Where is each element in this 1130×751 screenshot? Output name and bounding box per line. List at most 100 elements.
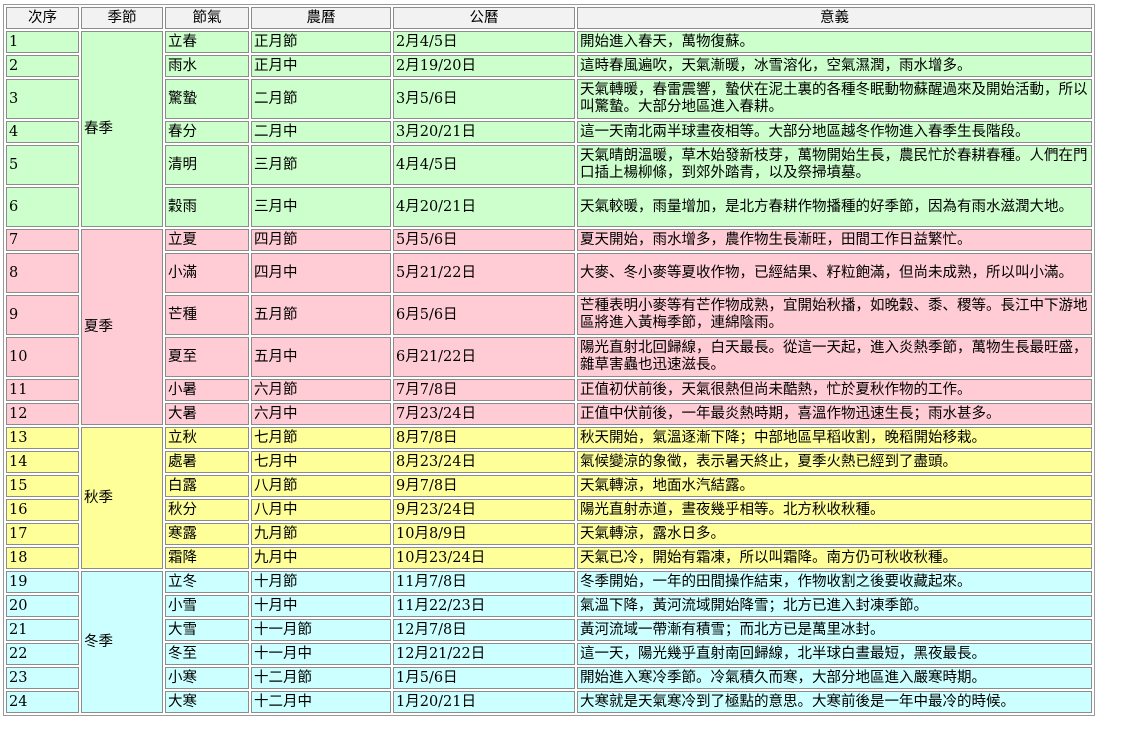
table-row: 15 白露 八月節 9月7/8日 天氣轉涼，地面水汽結露。: [6, 475, 1092, 497]
header-row: 次序 季節 節氣 農曆 公曆 意義: [6, 7, 1092, 29]
solar-term-cell: 寒露: [165, 523, 249, 545]
solar-term-cell: 小暑: [165, 379, 249, 401]
order-cell: 24: [6, 691, 79, 713]
solar-term-cell: 小滿: [165, 253, 249, 293]
lunar-date-cell: 五月中: [251, 337, 391, 377]
table-row: 8 小滿 四月中 5月21/22日 大麥、冬小麥等夏收作物，已經結果、籽粒飽滿，但尚未成…: [6, 253, 1092, 293]
solar-term-cell: 小雪: [165, 595, 249, 617]
meaning-cell: 夏天開始，雨水增多，農作物生長漸旺，田間工作日益繁忙。: [577, 229, 1092, 251]
meaning-cell: 天氣較暖，雨量增加，是北方春耕作物播種的好季節，因為有雨水滋潤大地。: [577, 187, 1092, 227]
lunar-date-cell: 二月節: [251, 79, 391, 119]
gregorian-date-cell: 12月7/8日: [393, 619, 575, 641]
order-cell: 14: [6, 451, 79, 473]
order-cell: 6: [6, 187, 79, 227]
gregorian-date-cell: 3月5/6日: [393, 79, 575, 119]
meaning-cell: 正值中伏前後，一年最炎熱時期，喜溫作物迅速生長；雨水甚多。: [577, 403, 1092, 425]
gregorian-date-cell: 12月21/22日: [393, 643, 575, 665]
lunar-date-cell: 六月中: [251, 403, 391, 425]
table-body: 1 春季 立春 正月節 2月4/5日 開始進入春天，萬物復蘇。 2 雨水 正月中 2月19/20日…: [6, 31, 1092, 713]
meaning-cell: 大麥、冬小麥等夏收作物，已經結果、籽粒飽滿，但尚未成熟，所以叫小滿。: [577, 253, 1092, 293]
order-cell: 8: [6, 253, 79, 293]
season-cell: 夏季: [81, 229, 163, 425]
table-row: 20 小雪 十月中 11月22/23日 氣溫下降，黃河流域開始降雪；北方已進入封凍季節。: [6, 595, 1092, 617]
order-cell: 7: [6, 229, 79, 251]
order-cell: 22: [6, 643, 79, 665]
meaning-cell: 黃河流域一帶漸有積雪；而北方已是萬里冰封。: [577, 619, 1092, 641]
order-cell: 3: [6, 79, 79, 119]
gregorian-date-cell: 6月21/22日: [393, 337, 575, 377]
lunar-date-cell: 四月中: [251, 253, 391, 293]
order-cell: 15: [6, 475, 79, 497]
meaning-cell: 天氣晴朗溫暖，草木始發新枝芽，萬物開始生長，農民忙於春耕春種。人們在門口插上楊柳…: [577, 145, 1092, 185]
gregorian-date-cell: 10月8/9日: [393, 523, 575, 545]
meaning-cell: 天氣轉涼，地面水汽結露。: [577, 475, 1092, 497]
season-cell: 春季: [81, 31, 163, 227]
header-cell-lunar-calendar: 農曆: [251, 7, 391, 29]
order-cell: 20: [6, 595, 79, 617]
solar-term-cell: 立冬: [165, 571, 249, 593]
lunar-date-cell: 三月中: [251, 187, 391, 227]
gregorian-date-cell: 8月7/8日: [393, 427, 575, 449]
table-row: 12 大暑 六月中 7月23/24日 正值中伏前後，一年最炎熱時期，喜溫作物迅速生長；雨…: [6, 403, 1092, 425]
lunar-date-cell: 十一月中: [251, 643, 391, 665]
header-cell-meaning: 意義: [577, 7, 1092, 29]
season-cell: 秋季: [81, 427, 163, 569]
table-row: 1 春季 立春 正月節 2月4/5日 開始進入春天，萬物復蘇。: [6, 31, 1092, 227]
gregorian-date-cell: 9月7/8日: [393, 475, 575, 497]
table-row: 5 清明 三月節 4月4/5日 天氣晴朗溫暖，草木始發新枝芽，萬物開始生長，農民忙於春耕…: [6, 145, 1092, 185]
solar-term-cell: 小寒: [165, 667, 249, 689]
meaning-cell: 氣候變涼的象徵，表示暑天終止，夏季火熱已經到了盡頭。: [577, 451, 1092, 473]
meaning-cell: 正值初伏前後，天氣很熱但尚未酷熱，忙於夏秋作物的工作。: [577, 379, 1092, 401]
lunar-date-cell: 八月中: [251, 499, 391, 521]
meaning-cell: 開始進入寒冷季節。冷氣積久而寒，大部分地區進入嚴寒時期。: [577, 667, 1092, 689]
meaning-cell: 秋天開始，氣溫逐漸下降；中部地區早稻收割，晚稻開始移栽。: [577, 427, 1092, 449]
meaning-cell: 開始進入春天，萬物復蘇。: [577, 31, 1092, 53]
order-cell: 4: [6, 121, 79, 143]
lunar-date-cell: 十一月節: [251, 619, 391, 641]
gregorian-date-cell: 11月22/23日: [393, 595, 575, 617]
lunar-date-cell: 九月節: [251, 523, 391, 545]
order-cell: 5: [6, 145, 79, 185]
lunar-date-cell: 五月節: [251, 295, 391, 335]
solar-term-cell: 穀雨: [165, 187, 249, 227]
order-cell: 1: [6, 31, 79, 53]
solar-terms-table: 次序 季節 節氣 農曆 公曆 意義 1 春季 立春 正月節 2月4/5日 開始進入春天，萬…: [3, 4, 1095, 716]
solar-term-cell: 春分: [165, 121, 249, 143]
header-cell-solar-term: 節氣: [165, 7, 249, 29]
table-row: 19 冬季 立冬 十月節 11月7/8日 冬季開始，一年的田間操作結束，作物收割之後要收藏…: [6, 571, 1092, 713]
lunar-date-cell: 四月節: [251, 229, 391, 251]
order-cell: 16: [6, 499, 79, 521]
table-row: 2 雨水 正月中 2月19/20日 這時春風遍吹，天氣漸暖，冰雪溶化，空氣濕潤，雨水增多…: [6, 55, 1092, 77]
solar-term-cell: 雨水: [165, 55, 249, 77]
lunar-date-cell: 七月中: [251, 451, 391, 473]
lunar-date-cell: 十二月中: [251, 691, 391, 713]
lunar-date-cell: 十月節: [251, 571, 391, 593]
solar-term-cell: 夏至: [165, 337, 249, 377]
lunar-date-cell: 二月中: [251, 121, 391, 143]
solar-term-cell: 清明: [165, 145, 249, 185]
gregorian-date-cell: 1月20/21日: [393, 691, 575, 713]
gregorian-date-cell: 2月4/5日: [393, 31, 575, 53]
gregorian-date-cell: 2月19/20日: [393, 55, 575, 77]
gregorian-date-cell: 5月5/6日: [393, 229, 575, 251]
order-cell: 13: [6, 427, 79, 449]
gregorian-date-cell: 10月23/24日: [393, 547, 575, 569]
meaning-cell: 芒種表明小麥等有芒作物成熟，宜開始秋播，如晚穀、黍、稷等。長江中下游地區將進入黃…: [577, 295, 1092, 335]
lunar-date-cell: 八月節: [251, 475, 391, 497]
lunar-date-cell: 正月中: [251, 55, 391, 77]
lunar-date-cell: 九月中: [251, 547, 391, 569]
gregorian-date-cell: 6月5/6日: [393, 295, 575, 335]
gregorian-date-cell: 7月23/24日: [393, 403, 575, 425]
order-cell: 19: [6, 571, 79, 593]
meaning-cell: 大寒就是天氣寒冷到了極點的意思。大寒前後是一年中最冷的時候。: [577, 691, 1092, 713]
solar-term-cell: 驚蟄: [165, 79, 249, 119]
meaning-cell: 這時春風遍吹，天氣漸暖，冰雪溶化，空氣濕潤，雨水增多。: [577, 55, 1092, 77]
table-row: 11 小暑 六月節 7月7/8日 正值初伏前後，天氣很熱但尚未酷熱，忙於夏秋作物的工作。: [6, 379, 1092, 401]
lunar-date-cell: 正月節: [251, 31, 391, 53]
table-row: 22 冬至 十一月中 12月21/22日 這一天，陽光幾乎直射南回歸線，北半球白晝最短，…: [6, 643, 1092, 665]
solar-term-cell: 白露: [165, 475, 249, 497]
solar-term-cell: 立春: [165, 31, 249, 53]
gregorian-date-cell: 4月20/21日: [393, 187, 575, 227]
table-row: 7 夏季 立夏 四月節 5月5/6日 夏天開始，雨水增多，農作物生長漸旺，田間工作日益繁忙…: [6, 229, 1092, 425]
gregorian-date-cell: 4月4/5日: [393, 145, 575, 185]
